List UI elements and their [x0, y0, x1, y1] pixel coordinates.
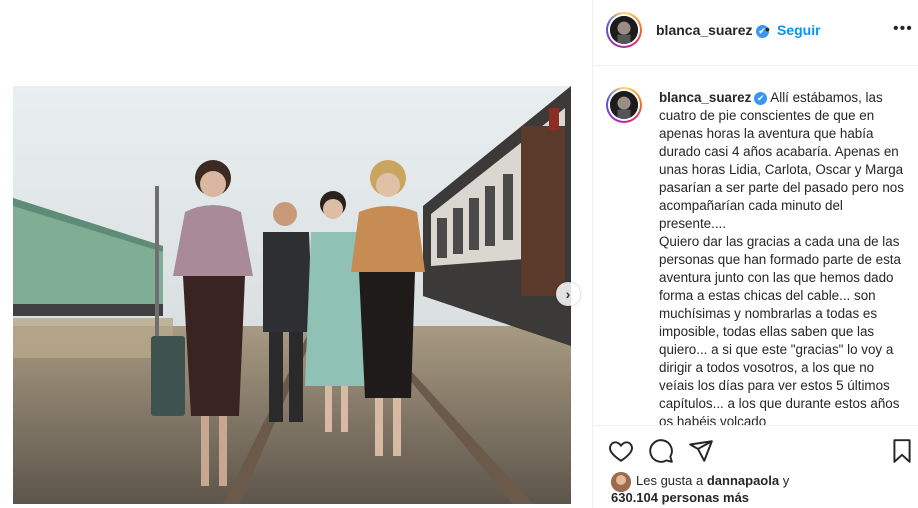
bookmark-icon[interactable] [889, 438, 915, 464]
author-username[interactable]: blanca_suarez ✔ [656, 22, 769, 38]
next-image-button[interactable]: › [556, 282, 580, 306]
more-options-icon[interactable]: ••• [893, 20, 913, 38]
comment-icon[interactable] [648, 438, 674, 464]
post-photo[interactable] [13, 86, 571, 504]
action-bar [593, 425, 918, 473]
caption-paragraph-2: Quiero dar las gracias a cada una de las… [659, 234, 901, 425]
caption-username[interactable]: blanca_suarez ✔ [659, 90, 768, 105]
likes-text: Les gusta a dannapaola y [636, 473, 790, 488]
share-icon[interactable] [688, 438, 714, 464]
author-avatar[interactable] [606, 12, 642, 48]
liker-username[interactable]: dannapaola [707, 473, 779, 488]
header-separator: • [765, 21, 770, 37]
heart-icon[interactable] [608, 438, 634, 464]
follow-button[interactable]: Seguir [777, 22, 821, 38]
caption-paragraph-1: Allí estábamos, las cuatro de pie consci… [659, 90, 904, 231]
caption-area: blanca_suarez ✔ Allí estábamos, las cuatr… [593, 67, 918, 425]
likes-summary: Les gusta a dannapaola y 630.104 persona… [593, 470, 918, 508]
caption-text: blanca_suarez ✔ Allí estábamos, las cuatr… [659, 89, 905, 425]
likes-count[interactable]: 630.104 personas más [611, 490, 749, 505]
verified-badge-icon: ✔ [754, 91, 768, 105]
post-media-area: › [0, 0, 592, 508]
caption-author-avatar[interactable] [606, 87, 642, 123]
post-photo-image [13, 86, 571, 504]
liker-avatar[interactable] [611, 472, 631, 492]
post-sidebar: blanca_suarez ✔ • Seguir ••• blanca_suare… [592, 0, 918, 508]
chevron-right-icon: › [565, 286, 571, 302]
post-header: blanca_suarez ✔ • Seguir ••• [593, 0, 918, 66]
